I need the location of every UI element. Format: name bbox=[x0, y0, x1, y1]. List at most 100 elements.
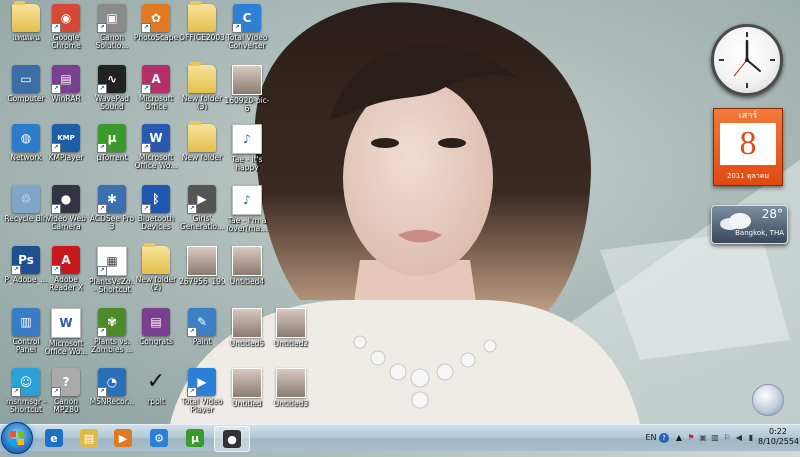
calendar-gadget[interactable]: เสาร์ 8 2011 ตุลาคม bbox=[713, 108, 783, 186]
tray-device-icon[interactable]: ▣ bbox=[698, 430, 708, 446]
icon-acdsee[interactable]: ✱ ↗ ACDSee Pro 3 bbox=[89, 183, 135, 243]
taskbar-media-player[interactable]: ▶ bbox=[106, 426, 140, 450]
taskbar-windows-explorer[interactable]: ▤ bbox=[72, 426, 106, 450]
icon-new-folder-2[interactable]: New folder (2) bbox=[133, 243, 179, 304]
desktop-icon-label: KMPlayer bbox=[48, 154, 84, 162]
icon-untitled3-icon bbox=[276, 368, 306, 398]
desktop-icon-label: Microsoft Office Acce... bbox=[138, 95, 174, 111]
desktop-icon-label: Microsoft Office Wo... bbox=[44, 340, 88, 356]
icon-total-video-converter[interactable]: C ↗ Total Video Converter bbox=[224, 2, 270, 62]
icon-rpplt[interactable]: ✓ rpplt bbox=[133, 366, 179, 426]
desktop-icon-label: Girls' Generatio... bbox=[179, 215, 225, 231]
icon-new-folder-3[interactable]: New folder (3) bbox=[179, 62, 225, 123]
desktop-icon-label: New folder (3) bbox=[181, 95, 223, 111]
icon-microsoft-access[interactable]: A↗Microsoft Office Acce... bbox=[133, 63, 179, 123]
desktop-icon-label: OFFICE2003 bbox=[179, 34, 225, 42]
icon-new-folder[interactable]: New folder bbox=[179, 121, 225, 182]
tray-security-icon[interactable]: ⚑ bbox=[686, 430, 696, 446]
clock-gadget[interactable] bbox=[711, 24, 783, 96]
shortcut-arrow-icon: ↗ bbox=[97, 84, 107, 94]
desktop-icon-label: rpplt bbox=[147, 398, 165, 406]
desktop-icon-label: Video Web Camera bbox=[46, 215, 86, 231]
icon-plantsvz-shortcut-icon: ▦ ↗ bbox=[97, 246, 127, 276]
gadget-gallery-icon[interactable] bbox=[752, 384, 784, 416]
icon-microsoft-word[interactable]: W ↗ Microsoft Office Wo... bbox=[133, 122, 179, 182]
tray-help-icon[interactable]: ? bbox=[659, 433, 669, 443]
shortcut-arrow-icon: ↗ bbox=[187, 387, 197, 397]
icon-tae-mp3-2-icon: ♪ bbox=[232, 185, 262, 215]
icon-untitled-icon bbox=[232, 368, 262, 398]
icon-office2003-icon bbox=[188, 1, 216, 32]
icon-tae-mp3[interactable]: ♪ Tae - It's happy line... bbox=[224, 122, 270, 182]
icon-plants-vs-zombies[interactable]: ✾ ↗ Plants vs. Zombies ... bbox=[89, 306, 135, 366]
icon-paint-icon: ✎ ↗ bbox=[187, 308, 216, 337]
icon-untitled3[interactable]: Untitled3 bbox=[268, 366, 314, 426]
tray-flag-icon[interactable]: ⚐ bbox=[722, 430, 732, 446]
taskbar-internet-explorer[interactable]: e bbox=[37, 426, 71, 450]
tray-network-icon[interactable]: ▥ bbox=[710, 430, 720, 446]
icon-paint[interactable]: ✎ ↗ Paint bbox=[179, 306, 225, 366]
icon-congrats[interactable]: ▤ Congrats bbox=[133, 306, 179, 366]
icon-total-video-player[interactable]: ▶ ↗ Total Video Player bbox=[179, 366, 225, 426]
desktop-icon-label: Tae - It's happy line... bbox=[231, 156, 263, 172]
icon-total-video-converter-icon: C ↗ bbox=[232, 4, 261, 33]
icon-160920-pic-icon bbox=[232, 65, 262, 95]
icon-girls-generation[interactable]: ▶ ↗ Girls' Generatio... bbox=[179, 183, 225, 243]
desktop-icon-label: PlantsVsZo... - Shortcut bbox=[89, 278, 135, 294]
icon-bluetooth-devices-icon: ᛒ ↗ bbox=[141, 185, 170, 214]
start-button[interactable] bbox=[1, 422, 33, 454]
taskbar-utorrent[interactable]: µ bbox=[178, 426, 212, 450]
icon-untitled4[interactable]: Untitled4 bbox=[224, 244, 270, 304]
shortcut-arrow-icon: ↗ bbox=[141, 23, 151, 33]
icon-winrar[interactable]: ▤ ↗ WinRAR bbox=[43, 63, 89, 123]
icon-microsoft-word-2[interactable]: W Microsoft Office Wo... bbox=[43, 306, 89, 366]
shortcut-arrow-icon: ↗ bbox=[141, 84, 151, 94]
taskbar: e ▤ ▶ ⚙ µ ● EN ? ▲ ⚑ ▣ ▥ ⚐ ◀ ▮ 0:22 8/10/2554 bbox=[0, 422, 800, 454]
tray-clock[interactable]: 0:22 8/10/2554 bbox=[758, 427, 799, 447]
shortcut-arrow-icon: ↗ bbox=[141, 143, 151, 153]
taskbar-network-app-icon: ⚙ bbox=[150, 429, 168, 447]
icon-untitled2[interactable]: Untitled2 bbox=[268, 306, 314, 366]
calendar-footer: 2011 ตุลาคม bbox=[726, 172, 770, 180]
icon-untitled[interactable]: Untitled bbox=[224, 366, 270, 426]
shortcut-arrow-icon: ↗ bbox=[11, 387, 21, 397]
shortcut-arrow-icon: ↗ bbox=[97, 266, 107, 276]
tray-arrow-icon[interactable]: ▲ bbox=[674, 430, 684, 446]
icon-canon-solution[interactable]: ▣ ↗ Canon Solutio... bbox=[89, 2, 135, 62]
icon-microsoft-word-2-icon: W bbox=[51, 308, 81, 338]
icon-msn-recorder[interactable]: ◔ ↗ MSNRecor... bbox=[89, 366, 135, 426]
shortcut-arrow-icon: ↗ bbox=[97, 387, 107, 397]
icon-adobe-reader[interactable]: A ↗ Adobe Reader X bbox=[43, 244, 89, 304]
shortcut-arrow-icon: ↗ bbox=[187, 327, 197, 337]
desktop-icon-label: 160920-pic-6 bbox=[224, 97, 270, 113]
icon-tae-mp3-2[interactable]: ♪ Tae - I'm a lover(ma... bbox=[224, 183, 270, 243]
icon-267956[interactable]: 267956_199... bbox=[179, 244, 225, 304]
icon-photoscape[interactable]: ✿ ↗ PhotoScape bbox=[133, 2, 179, 62]
taskbar-windows-explorer-icon: ▤ bbox=[80, 429, 98, 447]
icon-kmplayer[interactable]: KMP ↗ KMPlayer bbox=[43, 122, 89, 182]
icon-plantsvz-shortcut[interactable]: ▦ ↗ PlantsVsZo... - Shortcut bbox=[89, 244, 135, 304]
icon-office2003[interactable]: OFFICE2003 bbox=[179, 1, 225, 62]
icon-canon-mp280[interactable]: ?↗Canon MP280 seri... bbox=[43, 366, 89, 426]
icon-microsoft-word-icon: W ↗ bbox=[141, 124, 170, 153]
tray-language[interactable]: EN bbox=[644, 430, 658, 446]
tray-volume-icon[interactable]: ◀ bbox=[734, 430, 744, 446]
taskbar-camera[interactable]: ● bbox=[214, 426, 250, 452]
icon-untitled5[interactable]: Untitled5 bbox=[224, 306, 270, 366]
icon-160920-pic[interactable]: 160920-pic-6 bbox=[224, 63, 270, 123]
icon-video-web-camera[interactable]: ● ↗ Video Web Camera bbox=[43, 183, 89, 243]
icon-photoscape-icon: ✿ ↗ bbox=[141, 4, 170, 33]
icon-computer-icon: ▭ bbox=[12, 65, 40, 93]
icon-google-chrome[interactable]: ◉ ↗ Google Chrome bbox=[43, 2, 89, 62]
desktop-icon-label: PhotoScape bbox=[133, 34, 179, 42]
desktop-icon-label: MSNRecor... bbox=[89, 398, 135, 406]
shortcut-arrow-icon: ↗ bbox=[187, 204, 197, 214]
icon-utorrent[interactable]: µ ↗ µTorrent bbox=[89, 122, 135, 182]
icon-congrats-icon: ▤ bbox=[142, 308, 170, 336]
icon-wavepad[interactable]: ∿↗WavePad Sound Editor bbox=[89, 63, 135, 123]
taskbar-network-app[interactable]: ⚙ bbox=[142, 426, 176, 450]
icon-user-folder-icon bbox=[12, 1, 40, 32]
weather-gadget[interactable]: 28° Bangkok, THA bbox=[711, 205, 788, 244]
tray-power-icon[interactable]: ▮ bbox=[746, 430, 756, 446]
icon-bluetooth-devices[interactable]: ᛒ ↗ Bluetooth Devices bbox=[133, 183, 179, 243]
